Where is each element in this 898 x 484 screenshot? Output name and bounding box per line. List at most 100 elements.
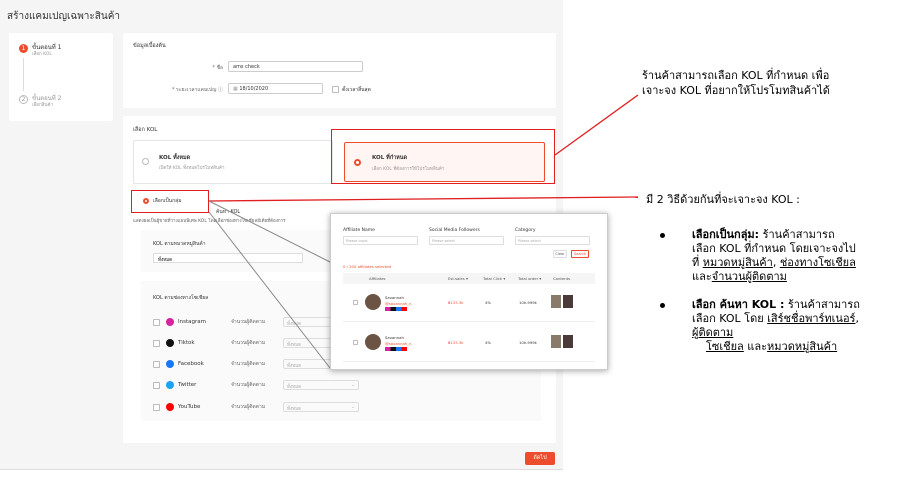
period-label: * ระยะเวลาแคมเปญ ⓘ [171,87,223,93]
clear-button[interactable]: Clear [553,250,567,258]
step-1-subtitle: เลือก KOL [32,52,52,57]
social-badges [385,347,407,351]
content-thumbnail[interactable] [551,335,561,348]
highlight-group-tab [131,190,209,213]
b2-text2: เลือก KOL โดย [692,312,768,325]
basic-info-heading: ข้อมูลเบื้องต้น [133,43,166,49]
social-row-youtube: YouTube จำนวนผู้ติดตาม ทั้งหมด ⌄ [153,400,359,414]
instagram-icon [166,318,174,326]
bullet-dot [660,233,665,238]
social-checkbox[interactable] [153,339,160,347]
content-thumbnail[interactable] [563,295,573,308]
bullet-search: เลือก ค้นหา KOL : ร้านค้าสามารถ เลือก KO… [660,298,860,354]
social-checkbox[interactable] [153,360,160,368]
annotation-bullets: เลือกเป็นกลุ่ม: ร้านค้าสามารถ เลือก KOL … [660,228,860,354]
connector-top [554,94,639,156]
row-checkbox[interactable] [353,300,358,305]
social-name: Tiktok [178,340,195,346]
next-button[interactable]: ถัดไป [525,452,555,465]
category-filter-select[interactable]: Please select [515,236,590,245]
chevron-down-icon: ⌄ [351,383,355,388]
b2-text3: และ [743,340,768,353]
step-2-title: ขั้นตอนที่ 2 [32,95,62,102]
total-click: 4% [485,340,492,345]
followers-select-value: ทั้งหมด [287,407,302,412]
annotation-top-line2: เจาะจง KOL ที่อยากให้โปรโมทสินค้าได้ [642,84,830,97]
step-2-number: 2 [19,95,28,104]
row-checkbox[interactable] [353,340,358,345]
social-checkbox[interactable] [153,318,160,326]
category-label: KOL ตามหมวดหมู่สินค้า [153,241,206,247]
b2-u1: เสิร์ชชื่อพาร์ทเนอร์ [767,312,856,325]
total-click: 4% [485,300,492,305]
no-end-checkbox[interactable] [332,86,339,93]
table-row[interactable]: Savannah @savannah_n ฿133.3k 4% 10k-999k [343,286,595,322]
followers-select-value: ทั้งหมด [287,364,302,369]
slide-root: สร้างแคมเปญเฉพาะสินค้า 1 ขั้นตอนที่ 1 เล… [0,0,898,484]
annotation-mid: มี 2 วิธีด้วยกันที่จะเจาะจง KOL : [646,193,800,206]
all-kol-title: KOL ทั้งหมด [159,155,191,161]
category-value: ทั้งหมด [158,258,173,263]
table-header: Affiliates Est.sales ▾ Total Click ▾ Tot… [343,273,595,284]
b1-u1: หมวดหมู่สินค้า [702,256,773,269]
social-name: YouTube [178,404,201,410]
followers-select[interactable]: ทั้งหมด ⌄ [283,380,359,390]
start-date-input[interactable]: ▦ 18/10/2020 [228,83,323,94]
b1-bold: เลือกเป็นกลุ่ม: [692,228,760,241]
tiktok-icon [166,339,174,347]
tab-search[interactable]: ค้นหา KOL [216,198,240,217]
search-button[interactable]: Search [571,250,589,258]
est-sales: ฿133.3k [448,340,464,345]
youtube-icon [166,403,174,411]
step-2[interactable]: 2 ขั้นตอนที่ 2 เลือกสินค้า [19,95,61,109]
step-1[interactable]: 1 ขั้นตอนที่ 1 เลือก KOL [19,44,61,58]
annotation-top: ร้านค้าสามารถเลือก KOL ที่กำหนด เพื่อ เจ… [642,68,830,98]
social-row-tiktok: Tiktokจำนวนผู้ติดตามทั้งหมด⌄ [153,336,359,350]
b2-u2: ผู้ติดตาม [692,326,734,339]
th-affiliates: Affiliates [369,276,386,281]
social-checkbox[interactable] [153,403,160,411]
no-end-label: ตั้งเวลาสิ้นสุด [342,87,371,93]
filter-category-label: Category [515,228,536,233]
affiliate-name-input[interactable]: Please input [343,236,418,245]
content-thumbnail[interactable] [563,335,573,348]
campaign-name-input[interactable]: ams check [228,61,363,72]
search-kol-overlay: Affiliate Name Please input Social Media… [330,213,608,370]
social-name: Instagram [178,319,206,325]
category-select[interactable]: ทั้งหมด [153,253,303,263]
th-click: Total Click ▾ [483,276,506,281]
th-order: Total order ▾ [518,276,542,281]
affiliate-name: Savannah [385,295,404,300]
followers-select[interactable]: Please select [429,236,504,245]
chevron-down-icon: ⌄ [351,405,355,410]
b2-sep: , [855,312,859,325]
th-contents: Contents [553,276,571,281]
social-name: Twitter [178,382,197,388]
followers-label: จำนวนผู้ติดตาม [231,340,266,346]
b1-text3: ที่ [692,256,703,269]
followers-select-value: ทั้งหมด [287,343,302,348]
table-row[interactable]: Savannah @savannah_n ฿133.3k 4% 10k-999k [343,326,595,362]
social-name: Facebook [178,361,204,367]
step-1-title: ขั้นตอนที่ 1 [32,44,62,51]
b1-u3: จำนวนผู้ติดตาม [711,270,787,283]
social-row-twitter: Twitter จำนวนผู้ติดตาม ทั้งหมด ⌄ [153,378,359,392]
content-thumbnail[interactable] [551,295,561,308]
b1-sep1: , [772,256,780,269]
b2-u3: โซเชียล [706,340,744,353]
affiliate-handle: @savannah_n [385,341,412,346]
avatar [365,334,381,350]
followers-select-value: ทั้งหมด [287,322,302,327]
all-kol-radio[interactable] [142,158,149,165]
total-order: 10k-999k [519,300,537,305]
option-all-kol[interactable]: KOL ทั้งหมด เปิดให้ KOL ทั้งหมดโปรโมทสิน… [133,140,333,184]
annotation-top-line1: ร้านค้าสามารถเลือก KOL ที่กำหนด เพื่อ [642,69,830,82]
highlight-specific-kol [331,129,555,184]
step-1-number: 1 [19,44,28,53]
followers-select[interactable]: ทั้งหมด ⌄ [283,402,359,412]
followers-label: จำนวนผู้ติดตาม [231,404,266,410]
page-title: สร้างแคมเปญเฉพาะสินค้า [7,11,121,22]
social-checkbox[interactable] [153,381,160,389]
affiliate-name: Savannah [385,335,404,340]
b1-text2: เลือก KOL ที่กำหนด โดยเจาะจงไป [692,242,856,255]
